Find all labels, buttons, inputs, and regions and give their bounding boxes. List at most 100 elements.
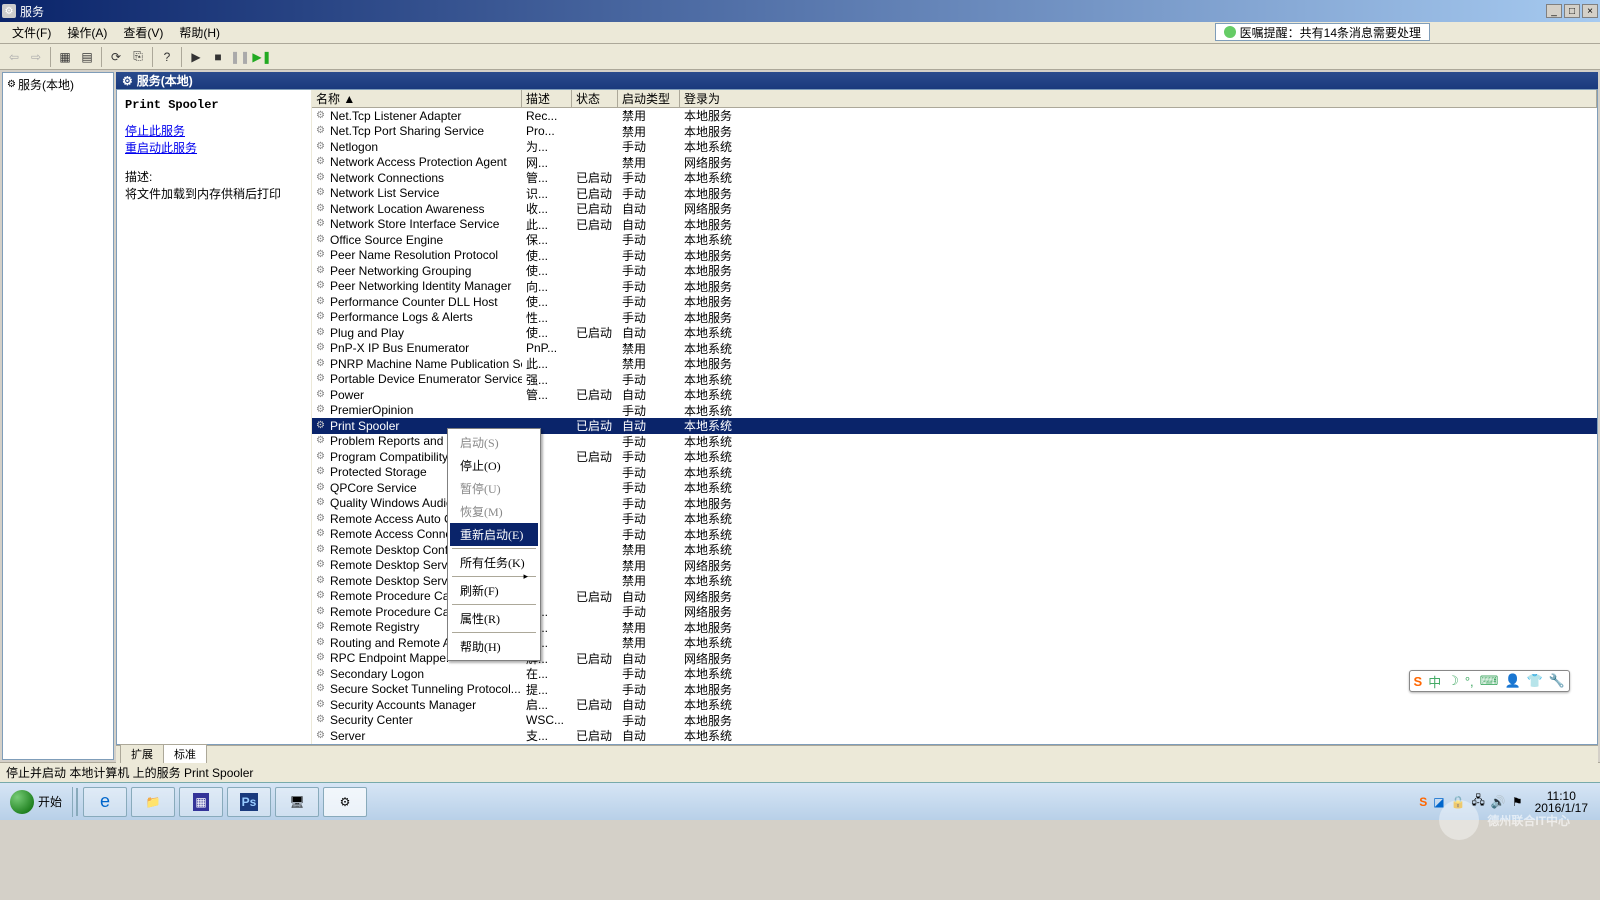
ctx-start[interactable]: 启动(S) [450, 431, 538, 454]
maximize-button[interactable]: □ [1564, 4, 1580, 18]
service-row[interactable]: ⚙Plug and Play使...已启动自动本地系统 [312, 325, 1597, 341]
minimize-button[interactable]: _ [1546, 4, 1562, 18]
service-logon: 本地系统 [680, 417, 1597, 434]
service-desc: 向... [522, 278, 572, 295]
service-row[interactable]: ⚙Network Connections管...已启动手动本地系统 [312, 170, 1597, 186]
taskbar-app-photoshop[interactable]: Ps [227, 787, 271, 817]
service-row[interactable]: ⚙Netlogon为...手动本地系统 [312, 139, 1597, 155]
restart-icon[interactable]: ▶❚ [252, 47, 272, 67]
gear-icon: ⚙ [316, 265, 328, 277]
service-name: Peer Networking Identity Manager [330, 279, 511, 293]
ime-skin-icon[interactable]: 👕 [1527, 673, 1543, 689]
service-row[interactable]: ⚙Network Location Awareness收...已启动自动网络服务 [312, 201, 1597, 217]
tray-network-icon[interactable]: 🖧 [1472, 791, 1485, 812]
service-row[interactable]: ⚙Network Access Protection Agent网...禁用网络… [312, 155, 1597, 171]
ctx-refresh[interactable]: 刷新(F) [450, 579, 538, 602]
ctx-pause[interactable]: 暂停(U) [450, 477, 538, 500]
play-icon[interactable]: ▶ [186, 47, 206, 67]
service-row[interactable]: ⚙PnP-X IP Bus EnumeratorPnP...禁用本地系统 [312, 341, 1597, 357]
refresh-icon[interactable]: ⟳ [106, 47, 126, 67]
tray-sogou-icon[interactable]: S [1419, 795, 1427, 809]
tray-icon-3[interactable]: 🔒 [1451, 795, 1466, 809]
gear-icon: ⚙ [316, 311, 328, 323]
service-row[interactable]: ⚙Security Accounts Manager启...已启动自动本地系统 [312, 697, 1597, 713]
tab-standard[interactable]: 标准 [163, 744, 207, 763]
ctx-properties[interactable]: 属性(R) [450, 607, 538, 630]
col-desc[interactable]: 描述 [522, 90, 572, 107]
help-icon[interactable]: ? [157, 47, 177, 67]
start-button[interactable]: 开始 [0, 787, 73, 817]
service-name: Remote Procedure Call [330, 589, 455, 603]
service-row[interactable]: ⚙Network Store Interface Service此...已启动自… [312, 217, 1597, 233]
gear-icon: ⚙ [316, 482, 328, 494]
tray-flag-icon[interactable]: ⚑ [1512, 795, 1523, 809]
service-row[interactable]: ⚙Security CenterWSC...手动本地服务 [312, 713, 1597, 729]
clock[interactable]: 11:10 2016/1/17 [1529, 790, 1594, 814]
taskbar-app-services[interactable]: ⚙ [323, 787, 367, 817]
service-row[interactable]: ⚙Peer Name Resolution Protocol使...手动本地服务 [312, 248, 1597, 264]
menu-view[interactable]: 查看(V) [115, 22, 171, 43]
ime-settings-icon[interactable]: 🔧 [1549, 673, 1565, 689]
menu-action[interactable]: 操作(A) [59, 22, 115, 43]
export-icon[interactable]: ⎘ [128, 47, 148, 67]
taskbar-app-3[interactable]: ▦ [179, 787, 223, 817]
col-name[interactable]: 名称 ▲ [312, 90, 522, 107]
service-status: 已启动 [572, 417, 618, 434]
tray-icon-2[interactable]: ◪ [1433, 795, 1444, 809]
forward-button[interactable]: ⇨ [26, 47, 46, 67]
taskbar-app-ie[interactable]: e [83, 787, 127, 817]
service-row[interactable]: ⚙Secondary Logon在...手动本地系统 [312, 666, 1597, 682]
service-row[interactable]: ⚙Portable Device Enumerator Service强...手… [312, 372, 1597, 388]
service-row[interactable]: ⚙PremierOpinion手动本地系统 [312, 403, 1597, 419]
taskbar-app-5[interactable]: 🖥 [275, 787, 319, 817]
service-row[interactable]: ⚙Net.Tcp Port Sharing ServicePro...禁用本地服… [312, 124, 1597, 140]
back-button[interactable]: ⇦ [4, 47, 24, 67]
service-row[interactable]: ⚙Secure Socket Tunneling Protocol...提...… [312, 682, 1597, 698]
ctx-stop[interactable]: 停止(O) [450, 454, 538, 477]
tab-extended[interactable]: 扩展 [120, 744, 164, 763]
service-row[interactable]: ⚙Office Source Engine保...手动本地系统 [312, 232, 1597, 248]
menu-help[interactable]: 帮助(H) [171, 22, 228, 43]
col-status[interactable]: 状态 [572, 90, 618, 107]
service-row[interactable]: ⚙Peer Networking Grouping使...手动本地服务 [312, 263, 1597, 279]
ctx-resume[interactable]: 恢复(M) [450, 500, 538, 523]
service-row[interactable]: ⚙Net.Tcp Listener AdapterRec...禁用本地服务 [312, 108, 1597, 124]
toolbar-btn-2[interactable]: ▤ [77, 47, 97, 67]
menu-file[interactable]: 文件(F) [4, 22, 59, 43]
ime-moon-icon[interactable]: ☽ [1447, 673, 1459, 689]
service-row[interactable]: ⚙PNRP Machine Name Publication Se...此...… [312, 356, 1597, 372]
service-desc: 支... [522, 727, 572, 743]
tree-root[interactable]: ⚙ 服务(本地) [5, 75, 111, 94]
service-logon: 网络服务 [680, 603, 1597, 620]
service-row[interactable]: ⚙Performance Counter DLL Host使...手动本地服务 [312, 294, 1597, 310]
col-logon[interactable]: 登录为 [680, 90, 1597, 107]
gear-icon: ⚙ [316, 296, 328, 308]
pause-icon[interactable]: ❚❚ [230, 47, 250, 67]
taskbar-app-explorer[interactable]: 📁 [131, 787, 175, 817]
ctx-sep [452, 632, 536, 633]
service-row[interactable]: ⚙Server支...已启动自动本地系统 [312, 728, 1597, 744]
link-stop-service[interactable]: 停止此服务 [125, 122, 303, 139]
ime-user-icon[interactable]: 👤 [1504, 673, 1520, 689]
ime-lang[interactable]: 中 [1428, 672, 1441, 691]
col-startup[interactable]: 启动类型 [618, 90, 680, 107]
ctx-restart[interactable]: 重新启动(E) [450, 523, 538, 546]
link-restart-service[interactable]: 重启动此服务 [125, 139, 303, 156]
ctx-help[interactable]: 帮助(H) [450, 635, 538, 658]
service-name: Performance Counter DLL Host [330, 295, 498, 309]
service-row[interactable]: ⚙Performance Logs & Alerts性...手动本地服务 [312, 310, 1597, 326]
service-row[interactable]: ⚙Network List Service识...已启动手动本地服务 [312, 186, 1597, 202]
list-header: 名称 ▲ 描述 状态 启动类型 登录为 [312, 90, 1597, 108]
close-button[interactable]: × [1582, 4, 1598, 18]
ime-punct-icon[interactable]: °, [1465, 674, 1474, 689]
service-logon: 本地服务 [680, 355, 1597, 372]
ime-toolbar[interactable]: S 中 ☽ °, ⌨ 👤 👕 🔧 [1409, 670, 1570, 692]
notification-banner[interactable]: 医嘱提醒：共有14条消息需要处理 [1215, 23, 1430, 41]
tray-volume-icon[interactable]: 🔊 [1491, 795, 1506, 809]
ime-keyboard-icon[interactable]: ⌨ [1480, 673, 1499, 689]
service-row[interactable]: ⚙Peer Networking Identity Manager向...手动本… [312, 279, 1597, 295]
stop-icon[interactable]: ■ [208, 47, 228, 67]
ctx-all-tasks[interactable]: 所有任务(K) [450, 551, 538, 574]
service-row[interactable]: ⚙Power管...已启动自动本地系统 [312, 387, 1597, 403]
toolbar-btn-1[interactable]: ▦ [55, 47, 75, 67]
